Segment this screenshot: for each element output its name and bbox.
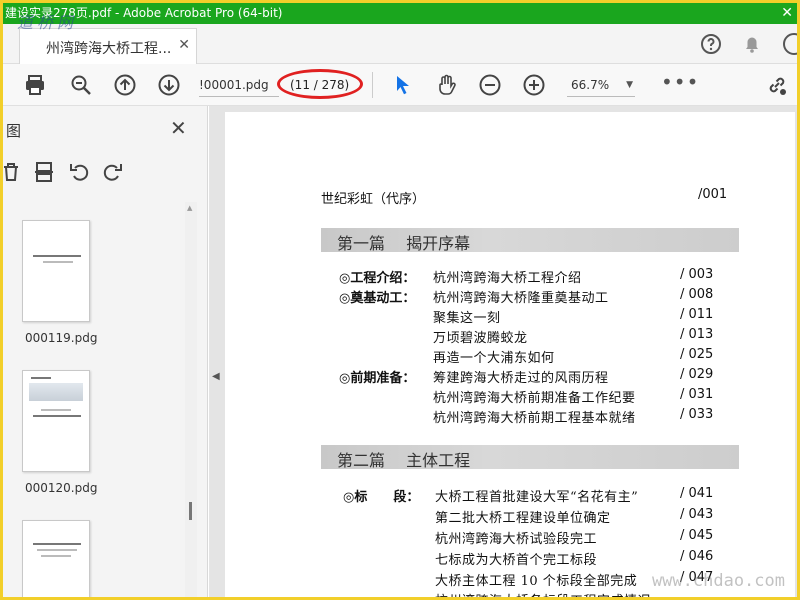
toc-page-number: / 025 xyxy=(680,347,714,362)
toc-intro-page: /001 xyxy=(698,187,728,202)
toc-entry: 大桥主体工程 10 个标段全部完成 xyxy=(435,574,638,589)
toc-entry: 七标成为大桥首个完工标段 xyxy=(435,553,598,568)
help-icon[interactable] xyxy=(699,32,723,56)
scroll-up-icon[interactable]: ▲ xyxy=(187,204,192,212)
document-view[interactable]: 世纪彩虹（代序） /001 第一篇 揭开序幕 ◎工程介绍： 杭州湾跨海大桥工程介… xyxy=(209,106,797,597)
toc-category: ◎前期准备： xyxy=(339,371,416,386)
toc-intro-title: 世纪彩虹（代序） xyxy=(321,192,426,207)
toc-entry: 杭州湾跨海大桥隆重奠基动工 xyxy=(433,291,609,306)
toc-page-number: / 043 xyxy=(680,507,714,522)
tab-close-button[interactable]: ✕ xyxy=(178,37,190,53)
section-heading: 第一篇 揭开序幕 xyxy=(321,228,739,253)
section-title: 第二篇 主体工程 xyxy=(337,451,471,470)
toc-page-number: / 033 xyxy=(680,407,714,422)
toc-entry: 杭州湾跨海大桥前期工程基本就绪 xyxy=(433,411,636,426)
toc-entry: 杭州湾跨海大桥试验段完工 xyxy=(435,532,598,547)
section-heading: 第二篇 主体工程 xyxy=(321,445,739,470)
toc-entry: 杭州湾跨海大桥前期准备工作纪要 xyxy=(433,391,636,406)
thumbnail-panel: 图 ✕ 000119.pdg 000120.pdg ▲ xyxy=(3,106,208,597)
document-tab-label: 州湾跨海大桥工程... xyxy=(46,41,172,57)
zoom-in-icon[interactable] xyxy=(522,73,546,97)
toc-entry: 聚集这一刻 xyxy=(433,311,501,326)
site-watermark: 道桥网 xyxy=(17,13,78,32)
zoom-out-icon[interactable] xyxy=(478,73,502,97)
toc-entry: 大桥工程首批建设大军“名花有主” xyxy=(435,490,639,505)
page-thumbnail[interactable] xyxy=(22,220,90,322)
more-options-icon[interactable]: ••• xyxy=(661,70,699,94)
toc-entry: 万顷碧波腾蛟龙 xyxy=(433,331,528,346)
toc-entry: 第二批大桥工程建设单位确定 xyxy=(435,511,611,526)
account-icon[interactable] xyxy=(782,32,797,56)
page-number-input[interactable]: !00001.pdg xyxy=(199,73,279,97)
toc-page-number: / 041 xyxy=(680,486,714,501)
select-cursor-icon[interactable] xyxy=(391,73,415,97)
document-tab[interactable]: 州湾跨海大桥工程... ✕ xyxy=(19,28,197,64)
rotate-left-icon[interactable] xyxy=(67,160,91,184)
notification-bell-icon[interactable] xyxy=(740,32,764,56)
window-close-button[interactable]: ✕ xyxy=(781,3,793,23)
thumbnail-label: 000119.pdg xyxy=(25,331,98,345)
toc-page-number: / 013 xyxy=(680,327,714,342)
toc-page-number: / 011 xyxy=(680,307,714,322)
page-thumbnail[interactable] xyxy=(22,370,90,472)
toc-category: ◎工程介绍： xyxy=(339,271,416,286)
thumbnail-label: 000120.pdg xyxy=(25,481,98,495)
highlight-annotation-oval xyxy=(277,69,363,99)
pdf-page: 世纪彩虹（代序） /001 第一篇 揭开序幕 ◎工程介绍： 杭州湾跨海大桥工程介… xyxy=(225,112,795,597)
search-zoom-icon[interactable] xyxy=(69,73,93,97)
print-icon[interactable] xyxy=(23,73,47,97)
share-link-icon[interactable] xyxy=(765,73,789,97)
hand-tool-icon[interactable] xyxy=(434,73,458,97)
toolbar-divider xyxy=(372,72,373,98)
toc-page-number: / 046 xyxy=(680,549,714,564)
title-bar: 建设实录278页.pdf - Adobe Acrobat Pro (64-bit… xyxy=(3,3,797,24)
collapse-panel-icon[interactable]: ◀ xyxy=(212,371,220,382)
next-page-icon[interactable] xyxy=(157,73,181,97)
page-thumbnail[interactable] xyxy=(22,520,90,597)
toc-entry: 杭州湾跨海大桥工程介绍 xyxy=(433,271,582,286)
toc-page-number: / 045 xyxy=(680,528,714,543)
toolbar: !00001.pdg (11 / 278) 66.7% ▼ ••• xyxy=(3,64,797,106)
tab-bar: 州湾跨海大桥工程... ✕ xyxy=(3,24,797,64)
toc-page-number: / 003 xyxy=(680,267,714,282)
delete-page-icon[interactable] xyxy=(3,160,23,184)
zoom-level-dropdown[interactable]: 66.7% ▼ xyxy=(567,73,635,97)
thumbnail-scrollbar[interactable]: ▲ xyxy=(185,202,197,597)
toc-page-number: / 031 xyxy=(680,387,714,402)
toc-category: ◎奠基动工： xyxy=(339,291,416,306)
zoom-level-value: 66.7% xyxy=(571,78,610,92)
chevron-down-icon: ▼ xyxy=(626,80,633,90)
toc-entry: 筹建跨海大桥走过的风雨历程 xyxy=(433,371,609,386)
toc-category: ◎标 段： xyxy=(343,490,420,505)
panel-title: 图 xyxy=(6,122,22,140)
toc-entry: 杭州湾跨海大桥各标段工程完成情况 xyxy=(435,590,651,597)
toc-page-number: / 029 xyxy=(680,367,714,382)
app-window: 建设实录278页.pdf - Adobe Acrobat Pro (64-bit… xyxy=(0,0,800,600)
previous-page-icon[interactable] xyxy=(113,73,137,97)
rotate-right-icon[interactable] xyxy=(101,160,125,184)
section-title: 第一篇 揭开序幕 xyxy=(337,234,471,253)
scrollbar-grip[interactable] xyxy=(189,502,192,520)
toc-entry: 再造一个大浦东如何 xyxy=(433,351,555,366)
extract-page-icon[interactable] xyxy=(32,160,56,184)
toc-page-number: / 008 xyxy=(680,287,714,302)
panel-close-button[interactable]: ✕ xyxy=(170,116,187,140)
url-watermark: www.chdao.com xyxy=(651,571,785,591)
